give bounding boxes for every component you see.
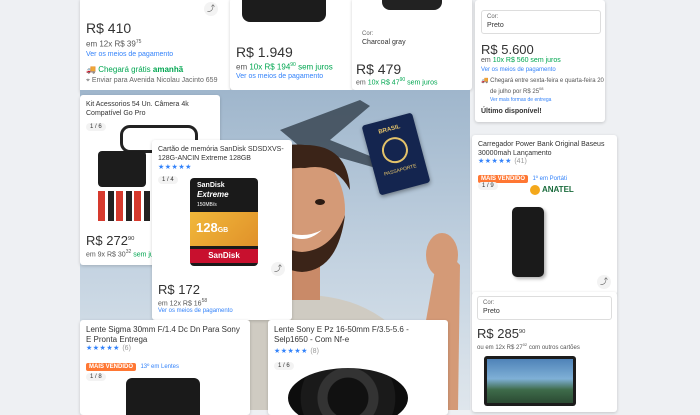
product-card-charcoal[interactable]: Cor: Charcoal gray R$ 479 em 10x R$ 4790… (352, 0, 472, 90)
anatel-seal: ANATEL (530, 185, 574, 195)
product-title: Lente Sigma 30mm F/1.4 Dc Dn Para Sony E… (86, 325, 240, 344)
product-card-powerbank[interactable]: Carregador Power Bank Original Baseus 30… (472, 135, 617, 295)
product-image-camera-body (382, 0, 442, 10)
share-icon[interactable]: ⤴ (271, 262, 285, 276)
truck-icon: 🚚 (86, 65, 96, 74)
color-selector[interactable]: Cor: Preto (477, 296, 612, 320)
price: R$ 5.600 (481, 42, 534, 57)
product-title: Carregador Power Bank Original Baseus 30… (478, 141, 605, 157)
image-counter: 1 / 4 (158, 176, 178, 184)
color-value: Charcoal gray (362, 39, 406, 46)
product-image-lens-sigma (126, 378, 200, 415)
price: R$ 410 (86, 20, 132, 36)
share-icon[interactable]: ⤴ (597, 275, 611, 289)
product-card-laptop[interactable]: Cor: Preto R$ 28590 ou em 12x R$ 2702 co… (472, 292, 617, 412)
payment-methods-link[interactable]: Ver os meios de pagamento (86, 51, 173, 58)
product-card-camera[interactable]: R$ 1.949 em 10x R$ 19490 sem juros Ver o… (230, 0, 355, 90)
price: R$ 27290 (86, 233, 135, 248)
rating-stars: ★★★★★ (8) (274, 348, 319, 355)
installments: em 10x R$ 560 sem juros (481, 57, 561, 64)
delivery-options-link[interactable]: Ver mais formas de entrega (481, 97, 604, 104)
sd-logo: SanDisk (190, 249, 258, 263)
price: R$ 1.949 (236, 44, 293, 60)
price: R$ 479 (356, 61, 402, 77)
share-icon[interactable]: ⤴ (204, 2, 218, 16)
product-image-laptop (484, 356, 576, 406)
color-selector[interactable]: Cor: Preto (481, 10, 601, 34)
sd-unit: GB (217, 227, 229, 234)
stock-status: Último disponível! (481, 108, 542, 115)
location-pin-icon: ⌖ (86, 77, 90, 84)
color-label: Cor: (483, 300, 495, 306)
rating-stars: ★★★★★ (6) (86, 345, 131, 352)
address-link[interactable]: ⌖ Enviar para Avenida Nicolau Jacinto 65… (86, 77, 217, 85)
best-seller-badge: MAIS VENDIDO (86, 363, 137, 371)
sd-brand-text: SanDisk (197, 182, 225, 189)
image-counter: 1 / 8 (86, 373, 106, 381)
installments: em 10x R$ 4790 sem juros (356, 77, 438, 87)
product-card-sd[interactable]: Cartão de memória SanDisk SDSDXVS-128G-A… (152, 140, 292, 320)
sd-speed-text: 150MB/s (197, 202, 217, 208)
ranking-note[interactable]: 1º em Portáti (532, 176, 567, 182)
product-card-top-right[interactable]: Cor: Preto R$ 5.600 em 10x R$ 560 sem ju… (475, 0, 605, 122)
image-counter: 1 / 6 (274, 362, 294, 370)
price: R$ 28590 (477, 326, 526, 341)
installments: em 12x R$ 1658 (158, 298, 208, 308)
color-label: Cor: (362, 31, 374, 37)
payment-methods-link[interactable]: Ver os meios de pagamento (481, 67, 556, 73)
installments: ou em 12x R$ 2702 com outros cartões (477, 342, 580, 351)
best-seller-row: MAIS VENDIDO 13º em Lentes (86, 355, 179, 373)
passport-country: BRASIL (377, 124, 402, 136)
product-image-lens-sony (288, 368, 408, 415)
product-card-sony[interactable]: Lente Sony E Pz 16-50mm F/3.5-5.6 - Selp… (268, 320, 448, 415)
laptop-screen (487, 359, 573, 403)
image-counter: 1 / 9 (478, 182, 498, 190)
product-image-camera (242, 0, 326, 22)
payment-methods-link[interactable]: Ver os meios de pagamento (158, 308, 233, 314)
product-image-sd-card: SanDisk Extreme 150MB/s 128GB SanDisk (190, 178, 258, 266)
installments: em 10x R$ 19490 sem juros (236, 62, 333, 72)
sd-line-text: Extreme (197, 190, 229, 199)
truck-icon: 🚚 (481, 78, 489, 84)
coat-of-arms-icon (379, 134, 411, 167)
product-title: Cartão de memória SanDisk SDSDXVS-128G-A… (158, 146, 284, 162)
color-value: Preto (487, 22, 504, 29)
price: R$ 172 (158, 282, 200, 297)
color-value: Preto (483, 308, 500, 315)
rating-stars: ★★★★★ (41) (478, 158, 527, 165)
product-image-powerbank (512, 207, 544, 277)
sd-capacity: 128 (196, 220, 218, 235)
product-card-sigma[interactable]: Lente Sigma 30mm F/1.4 Dc Dn Para Sony E… (80, 320, 250, 415)
rating-stars: ★★★★★ (158, 164, 192, 171)
passport-word: PASSAPORTE (383, 163, 418, 178)
ranking-note[interactable]: 13º em Lentes (140, 364, 179, 370)
product-title: Kit Acessorios 54 Un. Câmera 4k Compatív… (86, 101, 189, 117)
shipping-info: 🚚 Chegará grátis amanhã (86, 65, 184, 74)
payment-methods-link[interactable]: Ver os meios de pagamento (236, 73, 323, 80)
installments: em 12x R$ 3975 (86, 39, 142, 49)
shipping-info: 🚚 Chegará entre sexta-feira e quarta-fei… (481, 78, 604, 103)
product-title: Lente Sony E Pz 16-50mm F/3.5-5.6 - Selp… (274, 325, 409, 344)
anatel-logo-icon (530, 185, 540, 195)
product-card-top-left[interactable]: ⤴ R$ 410 em 12x R$ 3975 Ver os meios de … (80, 0, 230, 93)
color-label: Cor: (487, 14, 499, 20)
